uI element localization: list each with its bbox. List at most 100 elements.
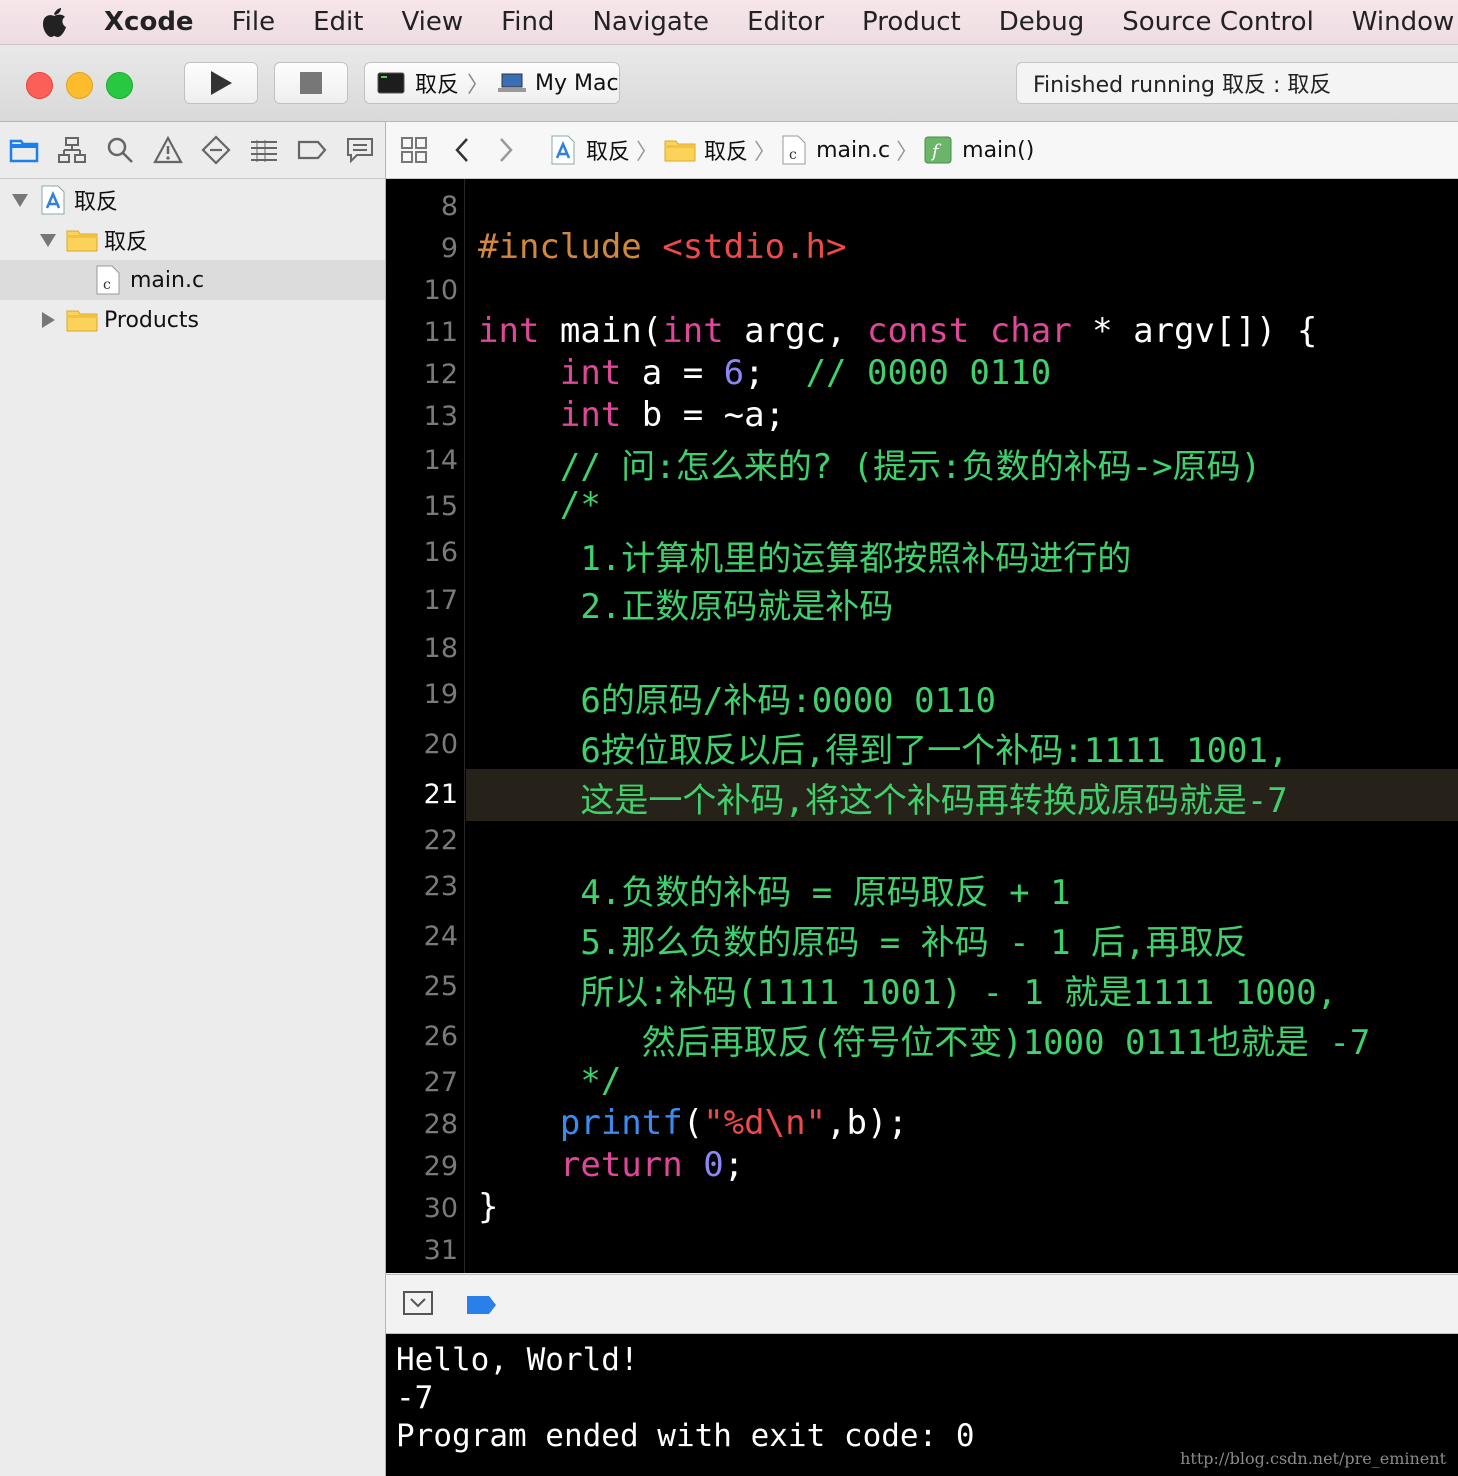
code-line[interactable]: 13 int b = ~a;: [386, 395, 1458, 441]
console-output[interactable]: Hello, World! -7 Program ended with exit…: [386, 1334, 1458, 1476]
tab-symbol-navigator[interactable]: [48, 126, 96, 174]
code-line[interactable]: 14 // 问:怎么来的? (提示:负数的补码->原码): [386, 441, 1458, 487]
speech-bubble-icon: [347, 138, 373, 164]
code-line[interactable]: 12 int a = 6; // 0000 0110: [386, 353, 1458, 397]
code-text: */: [478, 1061, 621, 1101]
tree-row-project[interactable]: 取反: [0, 180, 385, 220]
tree-row-products[interactable]: Products: [0, 300, 385, 340]
code-token: "%d\n": [703, 1103, 827, 1143]
tree-label: Products: [104, 307, 199, 333]
code-line[interactable]: 9 #include <stdio.h>: [386, 227, 1458, 271]
tab-breakpoint-navigator[interactable]: [288, 126, 336, 174]
tab-find-navigator[interactable]: [96, 126, 144, 174]
crumb-symbol[interactable]: main(): [962, 138, 1034, 163]
zoom-window-button[interactable]: [106, 72, 133, 99]
crumb-file[interactable]: main.c: [816, 138, 890, 163]
code-token: ,b);: [826, 1103, 908, 1143]
tree-row-main-c[interactable]: c main.c: [0, 260, 385, 300]
forward-arrow-icon[interactable]: [496, 136, 516, 164]
code-line[interactable]: 10: [386, 271, 1458, 313]
code-line[interactable]: 24 5.那么负数的原码 = 补码 - 1 后,再取反: [386, 917, 1458, 967]
related-items-icon[interactable]: [400, 136, 428, 164]
crumb-group[interactable]: 取反: [704, 134, 748, 166]
disclosure-open-icon[interactable]: [12, 193, 28, 207]
svg-text:c: c: [103, 277, 111, 293]
code-token: * argv[]) {: [1071, 311, 1318, 351]
code-line[interactable]: 18: [386, 629, 1458, 675]
tab-issue-navigator[interactable]: [144, 126, 192, 174]
code-line[interactable]: 19 6的原码/补码:0000 0110: [386, 675, 1458, 725]
menu-find[interactable]: Find: [501, 7, 554, 37]
source-editor[interactable]: 8 9 #include <stdio.h> 10 11 int main(int arg…: [386, 179, 1458, 1273]
menu-bar: Xcode File Edit View Find Navigate Edito…: [0, 0, 1458, 45]
code-line[interactable]: 17 2.正数原码就是补码: [386, 581, 1458, 629]
code-line[interactable]: 11 int main(int argc, const char * argv[]…: [386, 311, 1458, 355]
menu-view[interactable]: View: [401, 7, 463, 37]
tab-report-navigator[interactable]: [336, 126, 384, 174]
disclosure-closed-icon[interactable]: [42, 312, 55, 328]
code-line[interactable]: 27 */: [386, 1061, 1458, 1105]
code-line[interactable]: 23 4.负数的补码 = 原码取反 + 1: [386, 867, 1458, 917]
close-window-button[interactable]: [26, 72, 53, 99]
menu-source-control[interactable]: Source Control: [1122, 7, 1314, 37]
jump-bar: 取反 〉 取反 〉 c main.c 〉 f main(): [386, 122, 1458, 179]
back-arrow-icon[interactable]: [452, 136, 472, 164]
line-number: 17: [423, 585, 458, 616]
breakpoints-toggle-icon[interactable]: [466, 1294, 498, 1316]
menu-window[interactable]: Window: [1352, 7, 1455, 37]
folder-icon: [66, 310, 98, 332]
disclosure-open-icon[interactable]: [40, 233, 56, 247]
tab-project-navigator[interactable]: [0, 126, 48, 174]
code-text: 这是一个补码,将这个补码再转换成原码就是-7: [478, 773, 1287, 822]
code-line[interactable]: 25 所以:补码(1111 1001) - 1 就是1111 1000,: [386, 967, 1458, 1017]
code-token: 然后再取反(符号位不变)1000 0111也就是 -7: [641, 1023, 1371, 1063]
code-token: 2.正数原码就是补码: [580, 587, 894, 627]
code-line[interactable]: 29 return 0;: [386, 1145, 1458, 1189]
code-line[interactable]: 31: [386, 1231, 1458, 1273]
stop-button[interactable]: [274, 62, 348, 104]
code-line[interactable]: 30}: [386, 1187, 1458, 1231]
status-text: Finished running 取反 : 取反: [1033, 73, 1332, 98]
code-line[interactable]: 26 然后再取反(符号位不变)1000 0111也就是 -7: [386, 1017, 1458, 1063]
tree-row-group[interactable]: 取反: [0, 220, 385, 260]
code-line[interactable]: 16 1.计算机里的运算都按照补码进行的: [386, 533, 1458, 581]
code-token: int: [559, 353, 622, 393]
scheme-selector[interactable]: 取反 〉 My Mac: [364, 62, 620, 104]
run-button[interactable]: [184, 62, 258, 104]
code-token: 6的原码/补码:0000 0110: [580, 681, 996, 721]
menu-product[interactable]: Product: [862, 7, 961, 37]
folder-icon: [664, 140, 696, 162]
code-text: int main(int argc, const char * argv[]) …: [478, 311, 1317, 351]
tab-test-navigator[interactable]: [192, 126, 240, 174]
breakpoint-icon: [297, 140, 327, 160]
code-line[interactable]: 8: [386, 187, 1458, 229]
code-line[interactable]: 20 6按位取反以后,得到了一个补码:1111 1001,: [386, 725, 1458, 775]
menu-file[interactable]: File: [232, 7, 276, 37]
watermark-text: http://blog.csdn.net/pre_eminent: [1180, 1449, 1446, 1468]
minimize-window-button[interactable]: [66, 72, 93, 99]
tab-debug-navigator[interactable]: [240, 126, 288, 174]
code-line[interactable]: 15 /*: [386, 485, 1458, 533]
warning-icon: [153, 136, 183, 164]
folder-outline-icon: [9, 139, 39, 163]
crumb-project[interactable]: 取反: [586, 134, 630, 166]
code-line[interactable]: 22: [386, 821, 1458, 867]
apple-logo-icon[interactable]: [40, 6, 68, 38]
line-number: 18: [423, 633, 458, 664]
menu-debug[interactable]: Debug: [999, 7, 1085, 37]
code-token: 0: [703, 1145, 724, 1185]
code-line[interactable]: 28 printf("%d\n",b);: [386, 1103, 1458, 1147]
menu-navigate[interactable]: Navigate: [592, 7, 709, 37]
menu-edit[interactable]: Edit: [313, 7, 363, 37]
menu-app-xcode[interactable]: Xcode: [104, 7, 194, 37]
menu-editor[interactable]: Editor: [747, 7, 824, 37]
code-line[interactable]: 21 这是一个补码,将这个补码再转换成原码就是-7: [386, 775, 1458, 821]
hide-debug-area-icon[interactable]: [402, 1290, 434, 1318]
